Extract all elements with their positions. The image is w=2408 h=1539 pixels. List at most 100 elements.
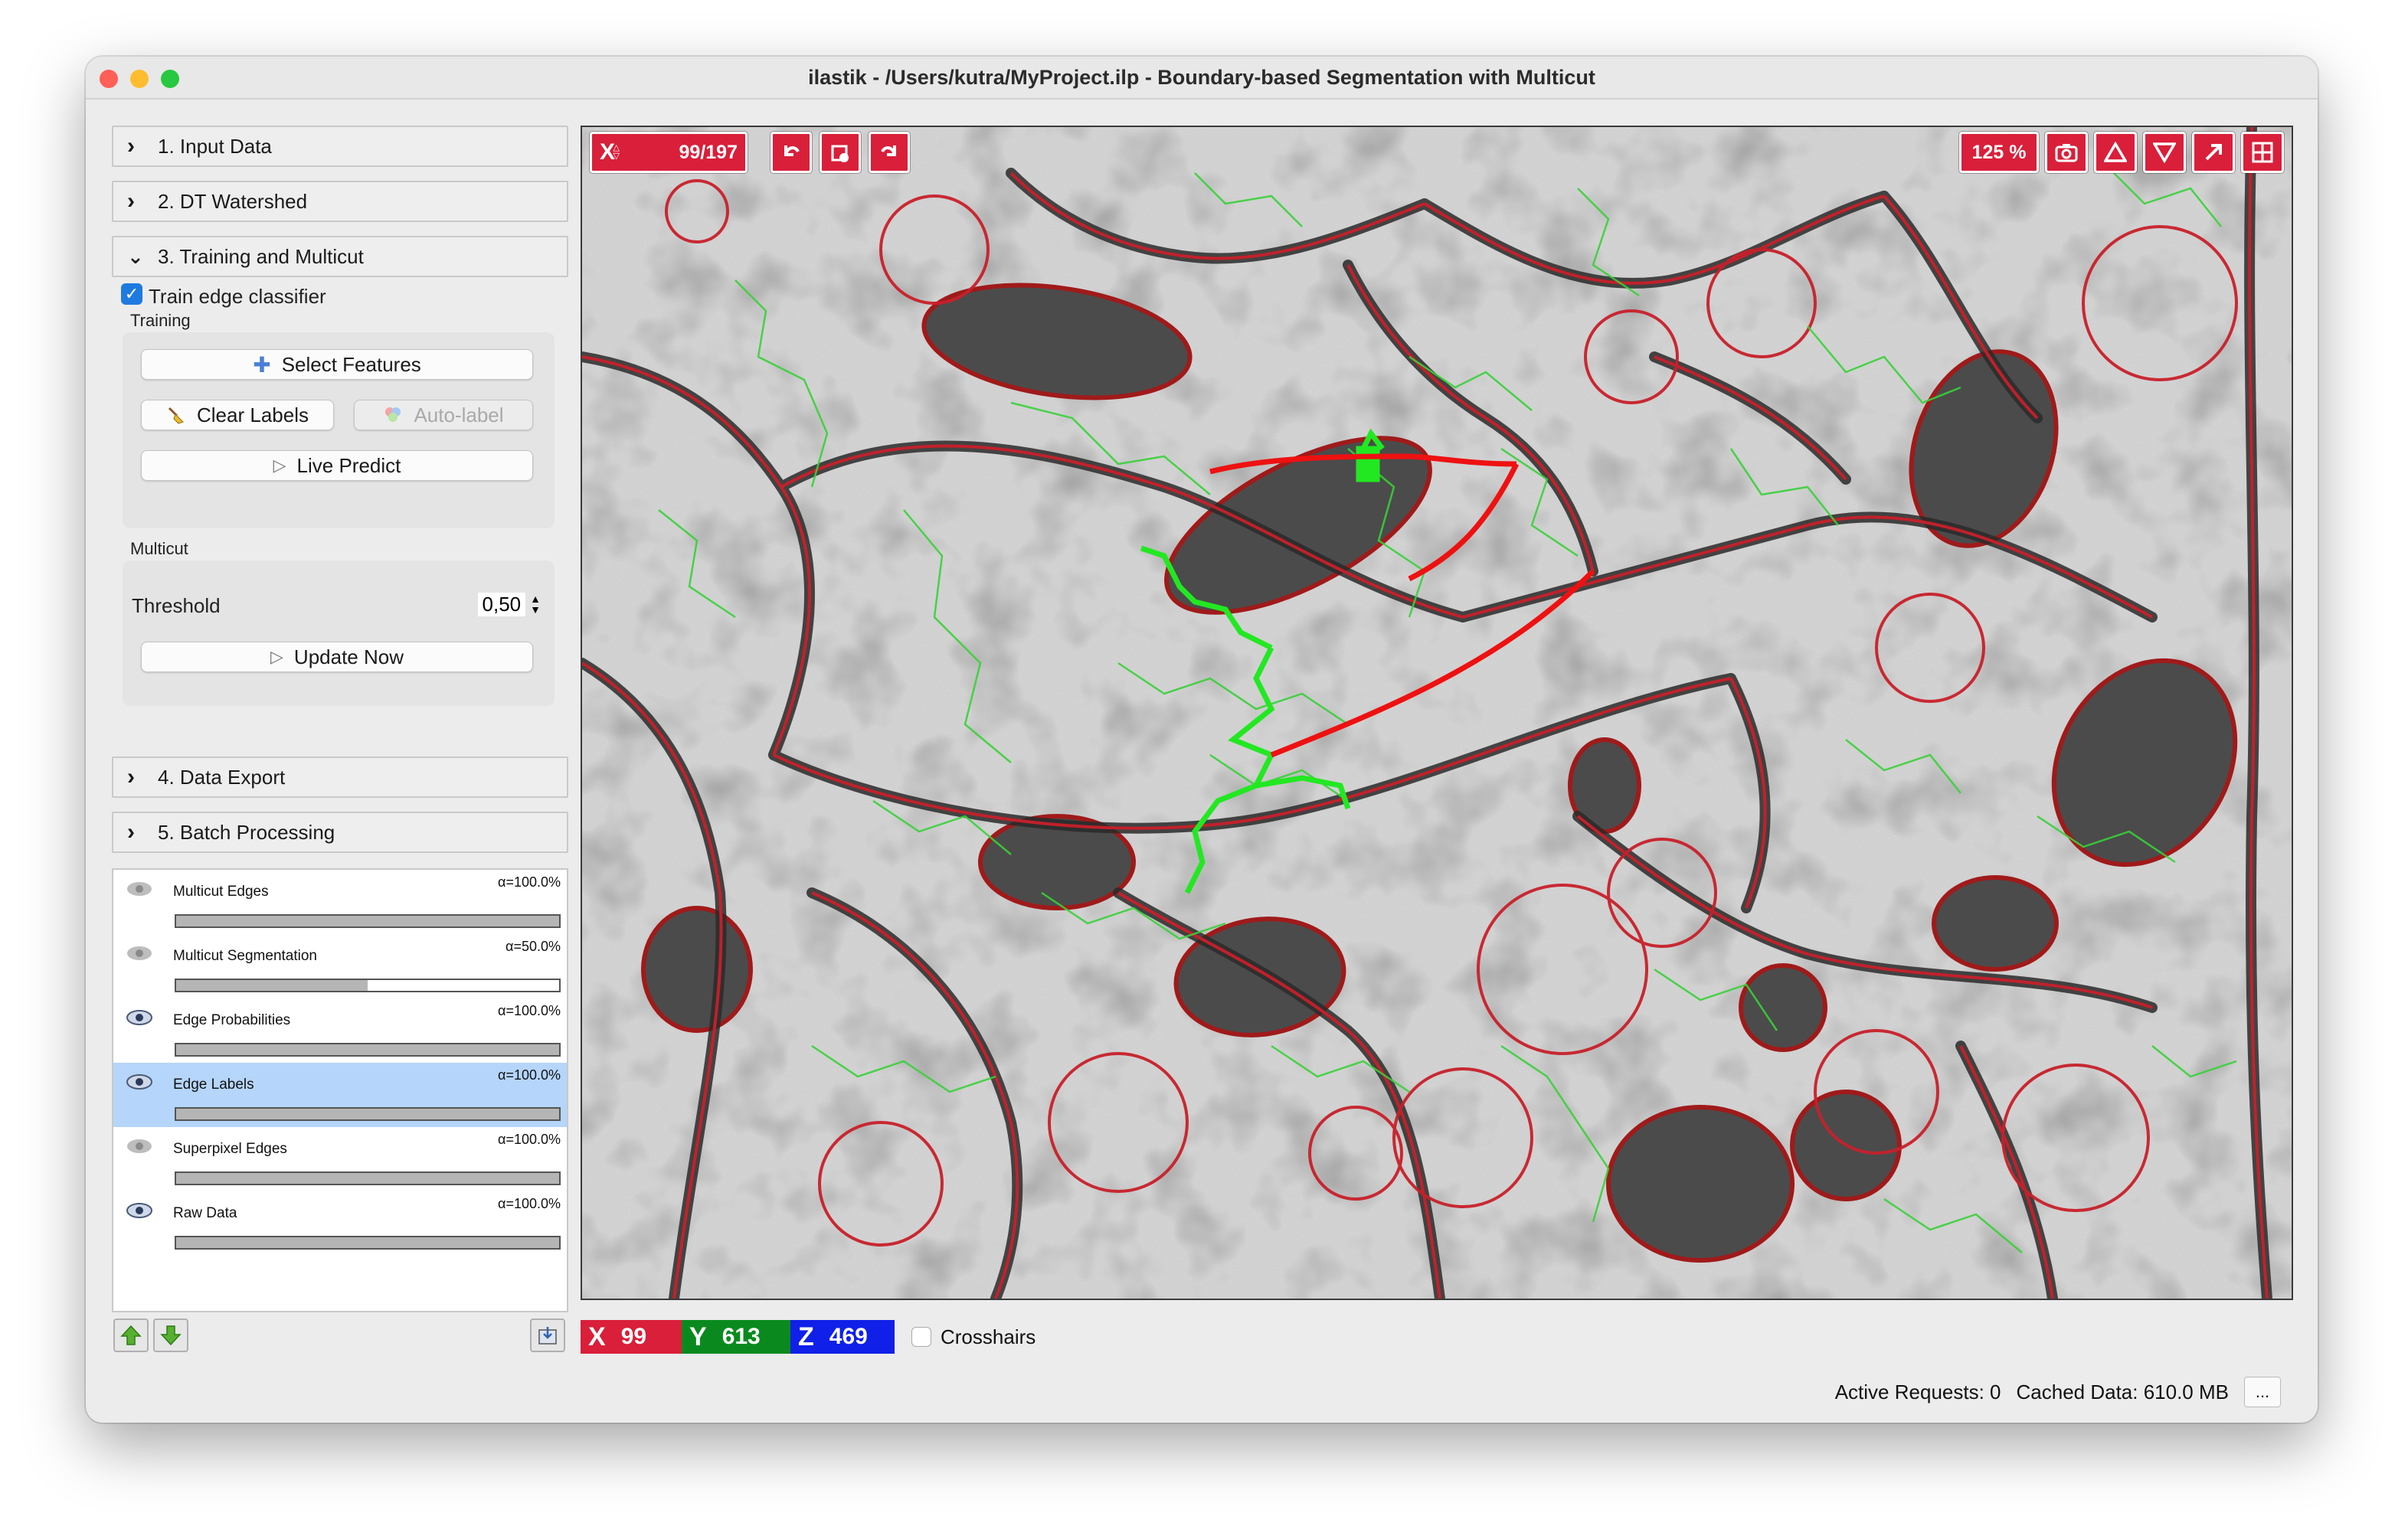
play-icon: ▷: [273, 456, 286, 475]
arrow-up-icon: [120, 1325, 142, 1345]
applet-data-export[interactable]: › 4. Data Export: [112, 756, 568, 798]
redo-icon: [881, 145, 896, 156]
layer-opacity-slider[interactable]: [175, 1171, 561, 1185]
reset-view-button[interactable]: [820, 132, 861, 173]
layer-opacity-slider[interactable]: [175, 979, 561, 992]
x-axis-label: X: [588, 1322, 606, 1351]
slice-spin-arrows-icon[interactable]: △ ▽: [613, 144, 620, 161]
redo-button[interactable]: [869, 132, 910, 173]
close-window-button[interactable]: [100, 70, 118, 88]
move-layer-down-button[interactable]: [153, 1318, 188, 1352]
broom-icon: [168, 407, 184, 424]
maximize-view-button[interactable]: [2192, 132, 2235, 173]
slice-up-button[interactable]: [2094, 132, 2137, 173]
slice-counter: 99/197: [679, 141, 738, 163]
zoom-level[interactable]: 125 %: [1959, 132, 2039, 173]
select-features-label: Select Features: [281, 352, 421, 376]
screenshot-button[interactable]: [2045, 132, 2088, 173]
threshold-spinbox[interactable]: 0,50 ▲ ▼: [434, 588, 541, 620]
x-coordinate[interactable]: X 99: [581, 1320, 682, 1354]
eye-icon[interactable]: [126, 1202, 153, 1219]
y-value: 613: [721, 1324, 761, 1349]
layer-opacity-slider[interactable]: [175, 1107, 561, 1121]
zoom-value: 125 %: [1971, 141, 2027, 163]
train-edge-classifier-checkbox[interactable]: ✓: [121, 283, 142, 305]
expand-arrow-icon: [2205, 144, 2222, 161]
layer-row[interactable]: Multicut Segmentation α=50.0%: [113, 934, 567, 998]
z-coordinate[interactable]: Z 469: [790, 1320, 895, 1354]
training-multicut-panel: ✓ Train edge classifier Training ✚ Selec…: [112, 283, 568, 776]
applet-label: 1. Input Data: [158, 134, 272, 158]
undo-button[interactable]: [770, 132, 812, 173]
applet-label: 5. Batch Processing: [158, 820, 335, 844]
triangle-up-icon: [2104, 142, 2127, 162]
eye-icon[interactable]: [126, 881, 153, 897]
layer-row[interactable]: Multicut Edges α=100.0%: [113, 870, 567, 934]
y-coordinate[interactable]: Y 613: [682, 1320, 790, 1354]
applet-batch-processing[interactable]: › 5. Batch Processing: [112, 812, 568, 853]
train-edge-classifier-label: Train edge classifier: [149, 285, 326, 308]
multicut-group-title: Multicut: [130, 539, 188, 558]
auto-label-button[interactable]: Auto-label: [354, 400, 533, 430]
layer-name: Edge Labels: [173, 1077, 254, 1093]
layer-name: Raw Data: [173, 1205, 237, 1221]
undo-icon: [784, 145, 800, 156]
x-value: 99: [620, 1324, 647, 1349]
clear-labels-button[interactable]: Clear Labels: [141, 400, 334, 430]
crosshairs-toggle[interactable]: Crosshairs: [911, 1320, 1036, 1354]
layer-name: Edge Probabilities: [173, 1012, 291, 1028]
spin-arrows-icon[interactable]: ▲ ▼: [530, 593, 541, 615]
title-bar: ilastik - /Users/kutra/MyProject.ilp - B…: [86, 57, 2318, 100]
slice-selector[interactable]: X △ ▽ 99/197: [590, 132, 748, 173]
layer-opacity-text: α=100.0%: [498, 1067, 561, 1083]
view-layout-button[interactable]: [2241, 132, 2284, 173]
auto-label-label: Auto-label: [414, 403, 504, 426]
cached-data-text: Cached Data: 610.0 MB: [2016, 1380, 2230, 1403]
update-now-label: Update Now: [293, 645, 404, 668]
chevron-right-icon: ›: [127, 764, 135, 789]
layer-export-button[interactable]: [530, 1318, 565, 1352]
layer-name: Superpixel Edges: [173, 1141, 287, 1157]
layer-opacity-text: α=50.0%: [505, 939, 561, 954]
layer-row[interactable]: Superpixel Edges α=100.0%: [113, 1127, 567, 1191]
eye-icon[interactable]: [126, 1073, 153, 1090]
play-icon: ▷: [270, 647, 283, 666]
z-value: 469: [829, 1324, 868, 1349]
eye-icon[interactable]: [126, 1009, 153, 1026]
eye-icon[interactable]: [126, 1138, 153, 1155]
minimize-window-button[interactable]: [130, 70, 149, 88]
chevron-down-icon: ⌄: [127, 244, 144, 268]
eye-icon[interactable]: [126, 945, 153, 962]
layer-row[interactable]: Raw Data α=100.0%: [113, 1191, 567, 1256]
applet-dt-watershed[interactable]: › 2. DT Watershed: [112, 181, 568, 222]
slice-down-button[interactable]: [2143, 132, 2186, 173]
applet-training-multicut[interactable]: ⌄ 3. Training and Multicut: [112, 236, 568, 277]
chevron-right-icon: ›: [127, 133, 135, 158]
applet-input-data[interactable]: › 1. Input Data: [112, 126, 568, 167]
layer-row[interactable]: Edge Probabilities α=100.0%: [113, 998, 567, 1063]
layer-list: Multicut Edges α=100.0% Multicut Segment…: [112, 868, 568, 1312]
update-now-button[interactable]: ▷ Update Now: [141, 642, 533, 672]
image-viewer[interactable]: X △ ▽ 99/197 125 %: [581, 126, 2293, 1300]
layer-opacity-slider[interactable]: [175, 914, 561, 928]
more-button[interactable]: ...: [2244, 1377, 2281, 1407]
live-predict-button[interactable]: ▷ Live Predict: [141, 450, 533, 481]
layer-opacity-slider[interactable]: [175, 1043, 561, 1057]
select-features-button[interactable]: ✚ Select Features: [141, 349, 533, 380]
move-layer-up-button[interactable]: [113, 1318, 149, 1352]
layer-opacity-slider[interactable]: [175, 1236, 561, 1250]
reset-icon: [831, 145, 849, 162]
layer-opacity-text: α=100.0%: [498, 1196, 561, 1211]
zoom-window-button[interactable]: [161, 70, 179, 88]
y-axis-label: Y: [689, 1322, 707, 1351]
export-icon: [538, 1327, 557, 1345]
layer-name: Multicut Edges: [173, 884, 269, 900]
auto-label-icon: [385, 407, 401, 422]
training-group-title: Training: [130, 311, 191, 330]
crosshairs-checkbox[interactable]: [911, 1327, 931, 1347]
layer-row[interactable]: Edge Labels α=100.0%: [113, 1063, 567, 1127]
live-predict-label: Live Predict: [296, 453, 401, 477]
grid-icon: [2252, 142, 2273, 163]
em-image-canvas[interactable]: [582, 127, 2292, 1299]
applet-label: 4. Data Export: [158, 765, 286, 789]
